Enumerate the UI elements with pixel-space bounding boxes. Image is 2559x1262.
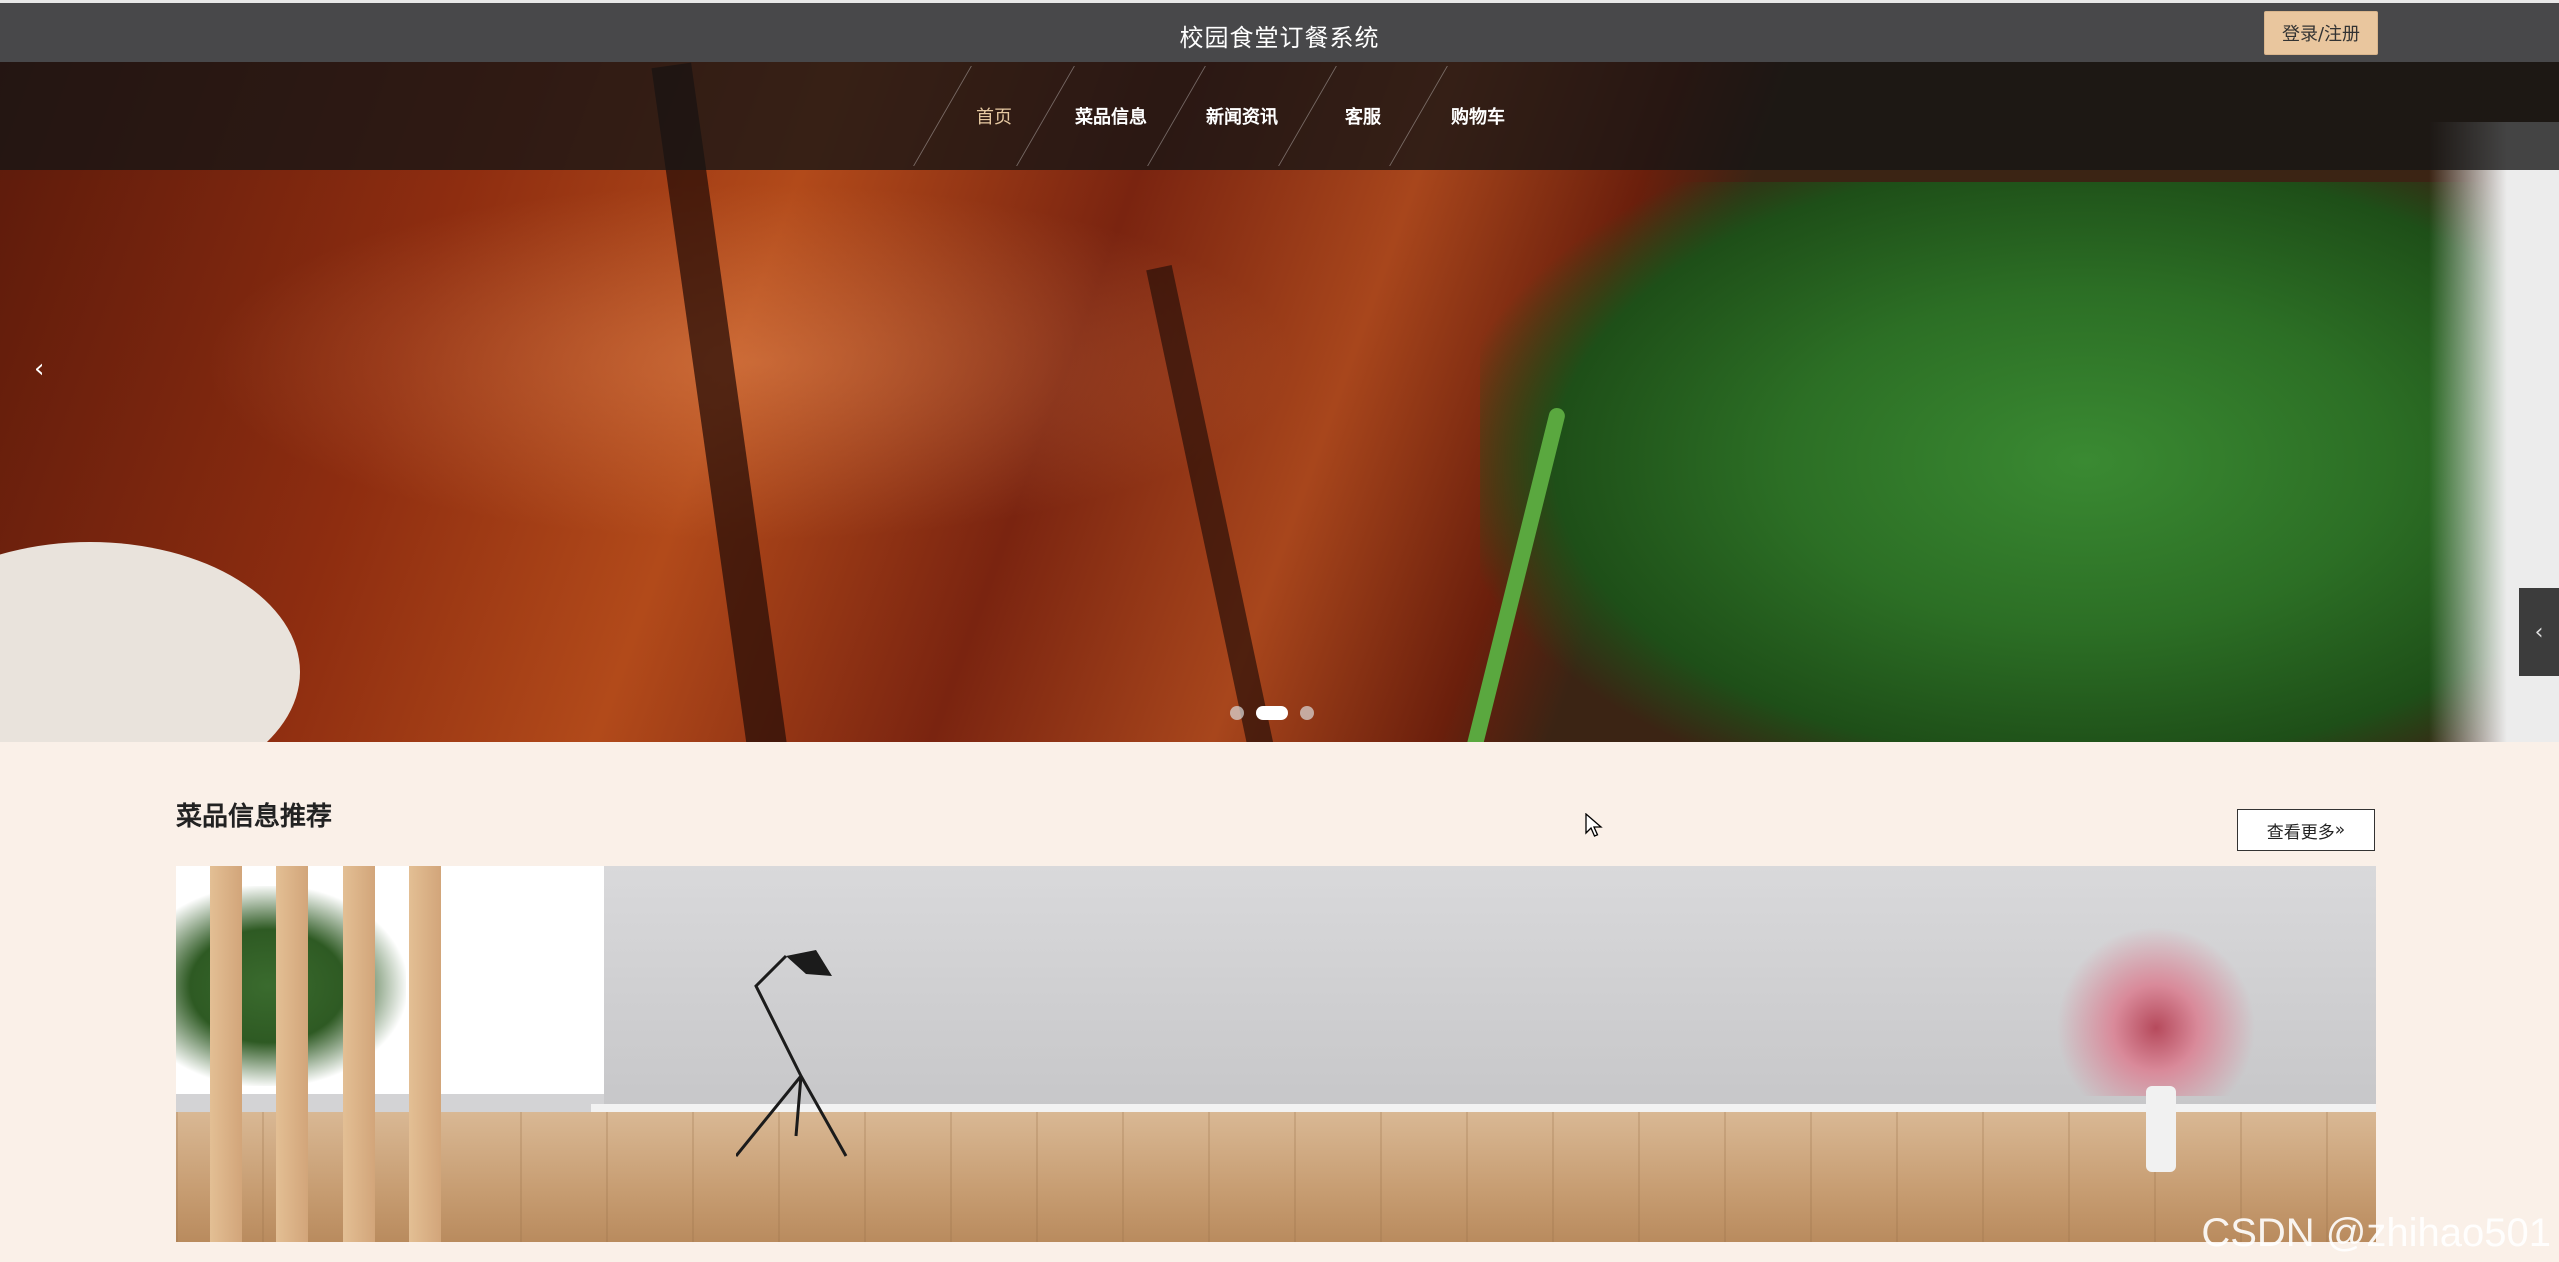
banner-slat xyxy=(409,866,441,1242)
carousel-dot-2[interactable] xyxy=(1256,706,1288,720)
section-title: 菜品信息推荐 xyxy=(176,802,333,832)
nav-item-dishes[interactable]: 菜品信息 xyxy=(1046,62,1176,170)
watermark: CSDN @zhihao501 xyxy=(2201,1211,2551,1255)
floor-lamp-icon xyxy=(736,950,848,1157)
nav-item-news[interactable]: 新闻资讯 xyxy=(1177,62,1307,170)
double-chevron-right-icon: » xyxy=(2334,820,2346,840)
mouse-cursor-icon xyxy=(1585,813,1603,837)
login-register-button[interactable]: 登录/注册 xyxy=(2264,11,2378,55)
side-panel-toggle[interactable]: ‹ xyxy=(2519,588,2559,676)
top-bar: 校园食堂订餐系统 登录/注册 xyxy=(0,0,2559,62)
nav-item-home[interactable]: 首页 xyxy=(943,62,1045,170)
carousel-dot-1[interactable] xyxy=(1230,706,1244,720)
hero-image-garnish xyxy=(1480,182,2559,742)
view-more-button[interactable]: 查看更多 » xyxy=(2237,809,2375,851)
featured-banner-image xyxy=(176,866,2376,1242)
banner-vase xyxy=(2146,1086,2176,1172)
chevron-left-icon: ‹ xyxy=(2534,619,2544,645)
banner-slat xyxy=(210,866,242,1242)
carousel-dots xyxy=(1230,706,1314,720)
banner-slat xyxy=(276,866,308,1242)
view-more-label: 查看更多 xyxy=(2266,822,2335,843)
carousel-dot-3[interactable] xyxy=(1300,706,1314,720)
hero-image-plate xyxy=(0,542,300,742)
carousel-prev-icon[interactable]: ‹ xyxy=(34,354,44,384)
banner-floor xyxy=(176,1112,2376,1242)
banner-flowers xyxy=(2056,926,2256,1096)
site-title: 校园食堂订餐系统 xyxy=(1179,24,1380,52)
main-nav: 首页 菜品信息 新闻资讯 客服 购物车 xyxy=(0,62,2559,170)
nav-item-service[interactable]: 客服 xyxy=(1308,62,1418,170)
nav-item-cart[interactable]: 购物车 xyxy=(1419,62,1537,170)
banner-slat xyxy=(343,866,375,1242)
